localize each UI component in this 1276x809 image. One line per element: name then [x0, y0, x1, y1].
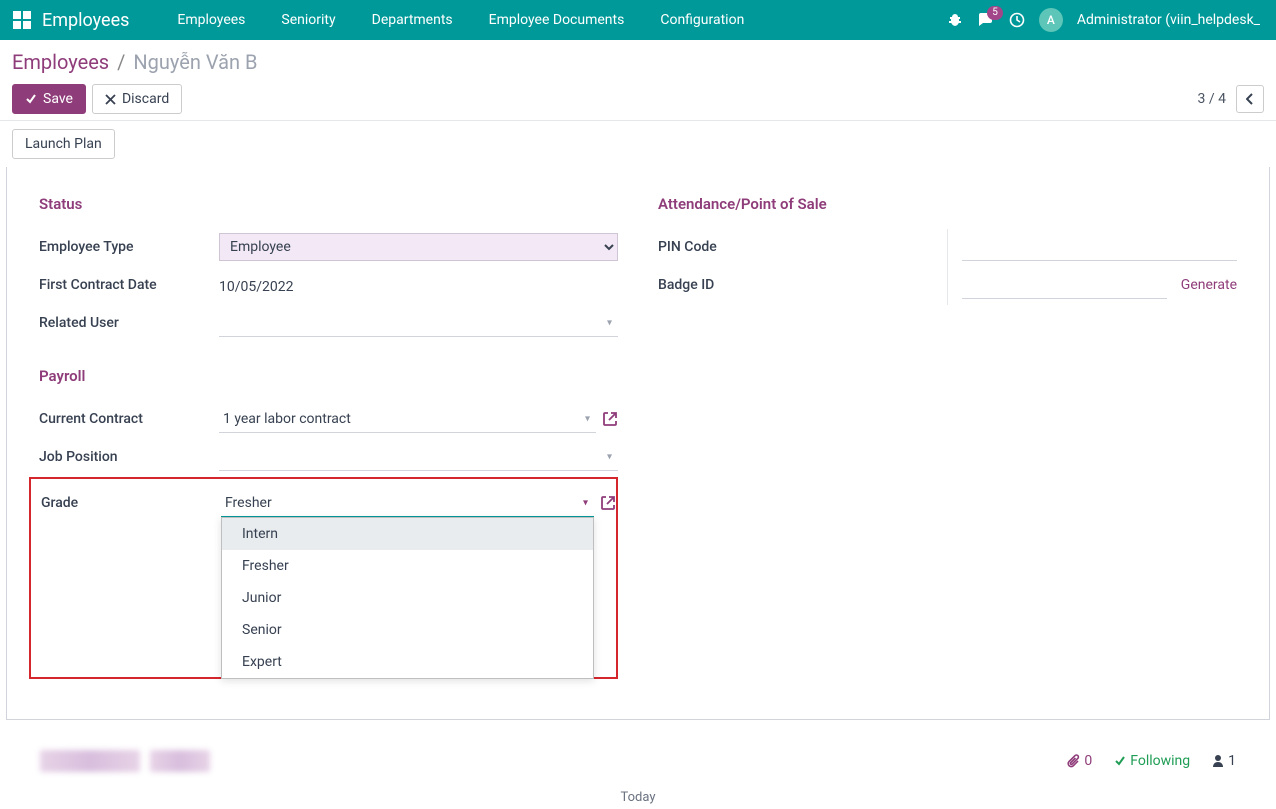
label-current-contract: Current Contract: [39, 411, 219, 427]
nav-employees[interactable]: Employees: [159, 0, 263, 40]
breadcrumb-root[interactable]: Employees: [12, 50, 109, 74]
grade-option-senior[interactable]: Senior: [222, 614, 593, 646]
section-payroll: Payroll: [39, 367, 618, 385]
chatter-today: Today: [0, 782, 1276, 809]
app-title[interactable]: Employees: [42, 10, 129, 31]
employee-type-select[interactable]: Employee: [219, 233, 618, 261]
chatter: 0 Following 1: [0, 740, 1276, 782]
section-attendance: Attendance/Point of Sale: [658, 195, 1237, 213]
grade-row-highlight: Grade ▾ Intern Fresher Junior Senior: [29, 477, 618, 679]
label-grade: Grade: [41, 495, 221, 511]
external-link-icon[interactable]: [602, 411, 618, 427]
discard-button[interactable]: Discard: [92, 84, 182, 114]
nav-employee-documents[interactable]: Employee Documents: [471, 0, 643, 40]
current-contract-input[interactable]: [219, 405, 596, 433]
label-employee-type: Employee Type: [39, 239, 219, 255]
launch-plan-button[interactable]: Launch Plan: [12, 129, 115, 159]
apps-icon[interactable]: [8, 6, 36, 34]
breadcrumb-current: Nguyễn Văn B: [133, 50, 257, 74]
debug-icon[interactable]: [947, 12, 963, 28]
grade-option-intern[interactable]: Intern: [222, 518, 593, 550]
chatter-blurred: [40, 750, 210, 772]
conversations-icon[interactable]: 5: [977, 12, 995, 28]
pager-prev[interactable]: [1236, 85, 1264, 113]
related-user-input[interactable]: [219, 309, 618, 337]
grade-option-expert[interactable]: Expert: [222, 646, 593, 678]
grade-dropdown-menu: Intern Fresher Junior Senior Expert: [221, 517, 594, 679]
badge-id-input[interactable]: [962, 271, 1167, 299]
save-button[interactable]: Save: [12, 84, 86, 114]
nav-seniority[interactable]: Seniority: [263, 0, 353, 40]
label-badge-id: Badge ID: [658, 277, 714, 293]
label-job-position: Job Position: [39, 449, 219, 465]
pager[interactable]: 3 / 4: [1198, 91, 1226, 107]
grade-option-junior[interactable]: Junior: [222, 582, 593, 614]
save-label: Save: [43, 91, 73, 107]
external-link-icon[interactable]: [600, 495, 616, 511]
followers-count: 1: [1228, 753, 1236, 769]
nav-configuration[interactable]: Configuration: [642, 0, 762, 40]
label-first-contract-date: First Contract Date: [39, 277, 219, 293]
form-sheet: Status Employee Type Employee First Cont…: [6, 167, 1270, 720]
control-panel: Employees / Nguyễn Văn B Save Discard 3 …: [0, 40, 1276, 121]
action-bar: Launch Plan: [0, 121, 1276, 167]
attachments-button[interactable]: 0: [1066, 753, 1092, 769]
job-position-input[interactable]: [219, 443, 618, 471]
following-label: Following: [1130, 753, 1190, 769]
grade-option-fresher[interactable]: Fresher: [222, 550, 593, 582]
breadcrumb: Employees / Nguyễn Văn B: [12, 50, 1264, 74]
pin-code-input[interactable]: [962, 233, 1237, 261]
topbar: Employees Employees Seniority Department…: [0, 0, 1276, 40]
attach-count: 0: [1084, 753, 1092, 769]
conversations-badge: 5: [987, 6, 1003, 20]
main-menu: Employees Seniority Departments Employee…: [159, 0, 762, 40]
grade-input[interactable]: [221, 489, 594, 517]
label-related-user: Related User: [39, 315, 219, 331]
breadcrumb-separator: /: [117, 50, 125, 74]
topbar-right: 5 A Administrator (viin_helpdesk_: [947, 8, 1268, 32]
user-menu[interactable]: Administrator (viin_helpdesk_: [1077, 12, 1260, 28]
label-pin-code: PIN Code: [658, 239, 717, 255]
discard-label: Discard: [122, 91, 169, 107]
avatar[interactable]: A: [1039, 8, 1063, 32]
following-button[interactable]: Following: [1114, 753, 1190, 769]
section-status: Status: [39, 195, 618, 213]
first-contract-date-value: 10/05/2022: [219, 275, 618, 295]
nav-departments[interactable]: Departments: [354, 0, 471, 40]
activities-icon[interactable]: [1009, 12, 1025, 28]
generate-badge-button[interactable]: Generate: [1181, 277, 1237, 293]
followers-button[interactable]: 1: [1212, 753, 1236, 769]
